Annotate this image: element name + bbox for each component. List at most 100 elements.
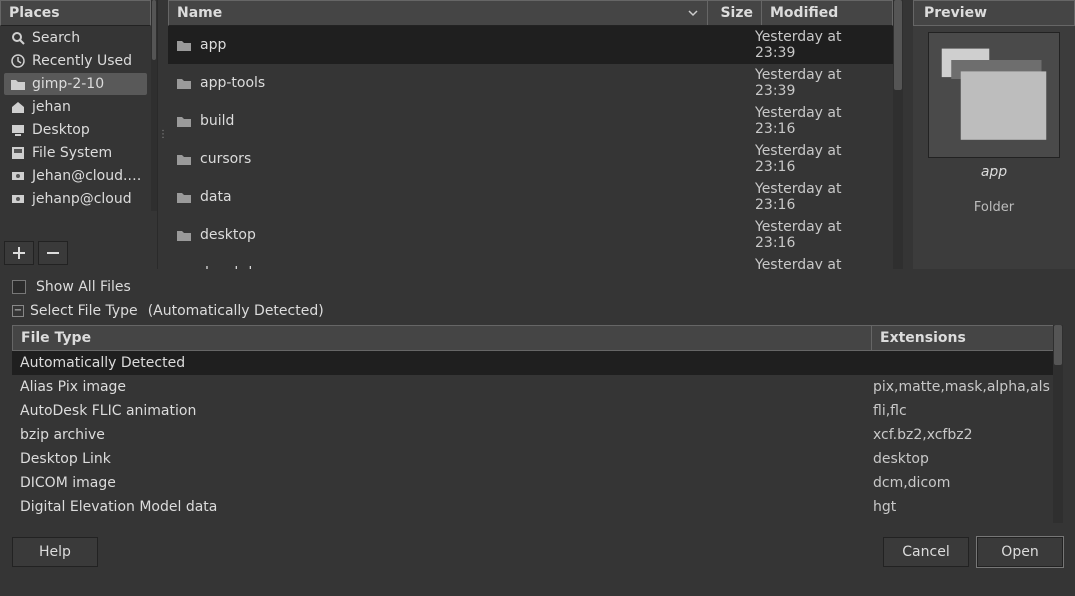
place-item-search[interactable]: Search [4, 27, 147, 49]
file-modified: Yesterday at 23:39 [755, 29, 885, 61]
filetype-name: Digital Elevation Model data [20, 499, 873, 515]
filetype-row[interactable]: bzip archivexcf.bz2,xcfbz2 [12, 423, 1063, 447]
column-file-type[interactable]: File Type [13, 326, 872, 350]
home-icon [10, 99, 26, 115]
filetype-row[interactable]: DICOM imagedcm,dicom [12, 471, 1063, 495]
file-modified: Yesterday at 23:16 [755, 219, 885, 251]
files-header: Name Size Modified [168, 0, 893, 26]
help-button[interactable]: Help [12, 537, 98, 567]
preview-panel: Preview app Folder [913, 0, 1075, 269]
folder-icon [10, 76, 26, 92]
remove-bookmark-button[interactable] [38, 241, 68, 265]
place-item-jehan-cloud-[interactable]: Jehan@cloud.… [4, 165, 147, 187]
recent-icon [10, 53, 26, 69]
place-item-label: gimp-2-10 [32, 76, 104, 92]
show-all-files-label: Show All Files [36, 279, 131, 295]
filetype-ext: hgt [873, 499, 1055, 515]
file-row[interactable]: app Yesterday at 23:39 [168, 26, 893, 64]
place-item-label: Desktop [32, 122, 90, 138]
file-row[interactable]: dataYesterday at 23:16 [168, 178, 893, 216]
file-modified: Yesterday at 23:16 [755, 181, 885, 213]
file-modified: Yesterday at 23:16 [755, 143, 885, 175]
cancel-button[interactable]: Cancel [883, 537, 969, 567]
filetype-scrollbar[interactable] [1053, 325, 1063, 523]
column-name[interactable]: Name [169, 1, 708, 25]
net-icon [10, 191, 26, 207]
open-button[interactable]: Open [977, 537, 1063, 567]
filetype-name: bzip archive [20, 427, 873, 443]
main-row: Places SearchRecently Usedgimp-2-10jehan… [0, 0, 1075, 269]
preview-body: app Folder [913, 26, 1075, 269]
file-row[interactable]: cursors Yesterday at 23:16 [168, 140, 893, 178]
file-modified: Yesterday at 23:16 [755, 105, 885, 137]
places-add-remove [0, 237, 157, 269]
filetype-name: DICOM image [20, 475, 873, 491]
filetype-name: AutoDesk FLIC animation [20, 403, 873, 419]
column-extensions[interactable]: Extensions [872, 326, 1062, 350]
filetype-ext: pix,matte,mask,alpha,als [873, 379, 1055, 395]
filetype-row[interactable]: AutoDesk FLIC animationfli,flc [12, 399, 1063, 423]
place-item-label: File System [32, 145, 112, 161]
file-modified: Yesterday at 23:16 [755, 257, 885, 269]
file-type-header: File Type Extensions [12, 325, 1063, 351]
grip-icon: ⋮ [158, 133, 168, 137]
column-modified[interactable]: Modified [762, 1, 892, 25]
filetype-row[interactable]: Automatically Detected [12, 351, 1063, 375]
file-name: cursors [200, 151, 251, 167]
place-item-recently-used[interactable]: Recently Used [4, 50, 147, 72]
filetype-ext: xcf.bz2,xcfbz2 [873, 427, 1055, 443]
folder-icon [176, 190, 192, 204]
preview-header: Preview [913, 0, 1075, 26]
filetype-name: Alias Pix image [20, 379, 873, 395]
place-item-desktop[interactable]: Desktop [4, 119, 147, 141]
preview-name: app [981, 164, 1007, 180]
filetype-row[interactable]: Digital Elevation Model datahgt [12, 495, 1063, 519]
file-row[interactable]: build Yesterday at 23:16 [168, 102, 893, 140]
file-type-expander[interactable]: − Select File Type (Automatically Detect… [12, 299, 1063, 323]
place-item-gimp-2-10[interactable]: gimp-2-10 [4, 73, 147, 95]
place-item-jehan[interactable]: jehan [4, 96, 147, 118]
column-size[interactable]: Size [708, 1, 762, 25]
button-bar: Help Cancel Open [0, 523, 1075, 581]
folder-icon [176, 152, 192, 166]
net-icon [10, 168, 26, 184]
place-item-label: jehan [32, 99, 71, 115]
folder-icon [176, 76, 192, 90]
plus-icon [11, 245, 27, 261]
place-item-label: Search [32, 30, 80, 46]
column-name-label: Name [177, 5, 222, 21]
files-scrollbar[interactable] [893, 0, 903, 269]
files-panel: Name Size Modified app Yesterday at 23:39… [168, 0, 903, 269]
place-item-jehanp-cloud[interactable]: jehanp@cloud [4, 188, 147, 210]
file-type-table: File Type Extensions Automatically Detec… [12, 325, 1063, 523]
preview-type: Folder [974, 200, 1014, 215]
folder-icon [937, 41, 1051, 146]
filetype-row[interactable]: Alias Pix imagepix,matte,mask,alpha,als [12, 375, 1063, 399]
folder-icon [176, 114, 192, 128]
file-name: build [200, 113, 234, 129]
file-row[interactable]: devel-docs Yesterday at 23:16 [168, 254, 893, 269]
place-item-file-system[interactable]: File System [4, 142, 147, 164]
select-file-type-label: Select File Type [30, 303, 138, 319]
file-row[interactable]: desktopYesterday at 23:16 [168, 216, 893, 254]
disk-icon [10, 145, 26, 161]
file-name: app-tools [200, 75, 265, 91]
show-all-files-option[interactable]: Show All Files [12, 275, 1063, 299]
folder-icon [176, 266, 192, 269]
filetype-row[interactable]: Desktop Linkdesktop [12, 447, 1063, 471]
places-scrollbar[interactable] [151, 0, 157, 211]
show-all-files-checkbox[interactable] [12, 280, 26, 294]
pane-splitter[interactable]: ⋮ [158, 0, 168, 269]
file-row[interactable]: app-tools Yesterday at 23:39 [168, 64, 893, 102]
file-name: app [200, 37, 226, 53]
chevron-down-icon [687, 7, 699, 19]
file-modified: Yesterday at 23:39 [755, 67, 885, 99]
detected-label: (Automatically Detected) [148, 303, 324, 319]
filetype-ext: dcm,dicom [873, 475, 1055, 491]
search-icon [10, 30, 26, 46]
filetype-name: Automatically Detected [20, 355, 873, 371]
file-name: devel-docs [200, 265, 276, 269]
add-bookmark-button[interactable] [4, 241, 34, 265]
minus-box-icon: − [12, 305, 24, 317]
folder-icon [176, 228, 192, 242]
